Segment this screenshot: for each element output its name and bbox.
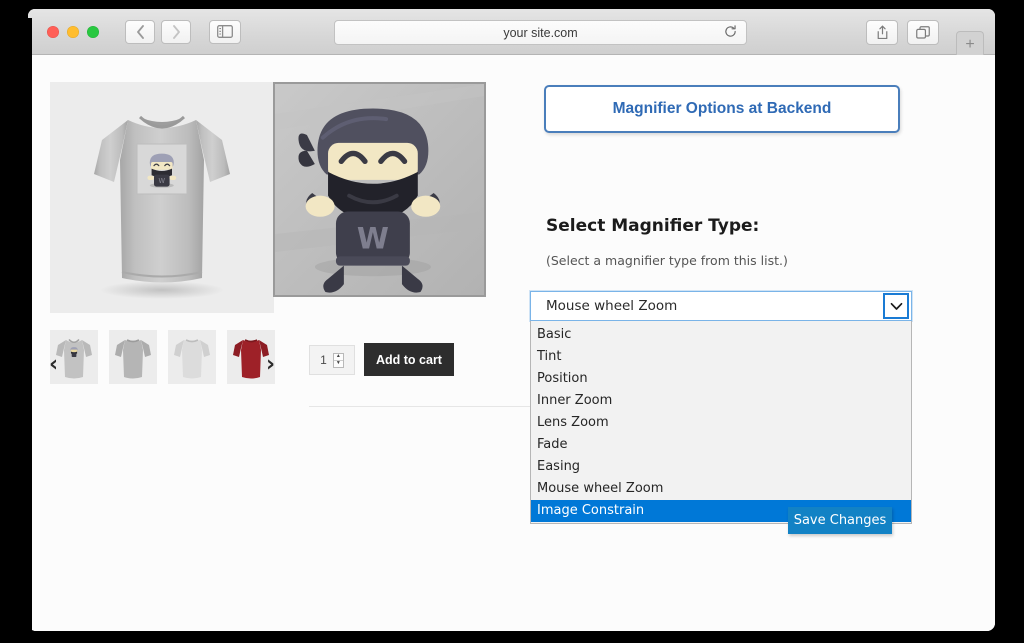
tab-overview-icon[interactable] [907,20,939,45]
thumbnail-3[interactable] [168,330,216,384]
gallery-prev-arrow[interactable]: ‹ [49,354,58,376]
forward-button[interactable] [161,19,191,44]
option-basic[interactable]: Basic [531,324,911,346]
option-inner-zoom[interactable]: Inner Zoom [531,390,911,412]
share-icon[interactable] [866,20,898,45]
page-content: W W ‹ › 1 ▲ ▼ Add to cart Magnifier Opti… [28,55,995,631]
option-position[interactable]: Position [531,368,911,390]
magnifier-options-banner[interactable]: Magnifier Options at Backend [544,85,900,133]
magnifier-type-option-list[interactable]: Basic Tint Position Inner Zoom Lens Zoom… [530,321,912,524]
reload-icon[interactable] [724,24,737,41]
chevron-down-icon[interactable] [883,293,909,319]
toolbar-right-actions [866,20,939,45]
gallery-next-arrow[interactable]: › [266,354,275,376]
quantity-decrement[interactable]: ▼ [334,361,343,367]
select-selected-value: Mouse wheel Zoom [546,298,678,314]
product-thumbnail-strip [50,330,280,384]
thumbnail-2[interactable] [109,330,157,384]
option-mouse-wheel-zoom[interactable]: Mouse wheel Zoom [531,478,911,500]
browser-window: your site.com + W W ‹ › 1 ▲ ▼ Add to car… [28,9,995,631]
new-tab-button[interactable]: + [956,31,984,57]
screen-left-edge [22,18,32,630]
address-bar-container: your site.com [334,20,747,45]
address-bar[interactable]: your site.com [334,20,747,45]
option-tint[interactable]: Tint [531,346,911,368]
save-changes-button[interactable]: Save Changes [788,507,892,534]
product-main-image[interactable]: W [50,82,274,313]
magnifier-zoom-preview: W [273,82,486,297]
quantity-value: 1 [320,353,327,367]
magnifier-type-select[interactable]: Mouse wheel Zoom [530,291,912,321]
option-easing[interactable]: Easing [531,456,911,478]
svg-text:W: W [159,177,166,185]
page-title: Select Magnifier Type: [546,216,760,236]
content-divider [309,406,554,407]
quantity-stepper[interactable]: 1 ▲ ▼ [309,345,355,375]
navigation-buttons [125,19,191,44]
browser-toolbar: your site.com + [28,9,995,57]
option-lens-zoom[interactable]: Lens Zoom [531,412,911,434]
window-controls [47,25,99,38]
svg-text:W: W [357,221,389,255]
maximize-window-button[interactable] [87,25,99,38]
close-window-button[interactable] [47,25,59,38]
screen: your site.com + W W ‹ › 1 ▲ ▼ Add to car… [0,0,1024,643]
add-to-cart-button[interactable]: Add to cart [364,343,454,376]
back-button[interactable] [125,19,155,44]
option-fade[interactable]: Fade [531,434,911,456]
sidebar-toggle-icon[interactable] [209,19,241,44]
minimize-window-button[interactable] [67,25,79,38]
url-text: your site.com [503,25,578,40]
quantity-spinner[interactable]: ▲ ▼ [332,352,344,368]
panel-hint-text: (Select a magnifier type from this list.… [546,253,788,268]
